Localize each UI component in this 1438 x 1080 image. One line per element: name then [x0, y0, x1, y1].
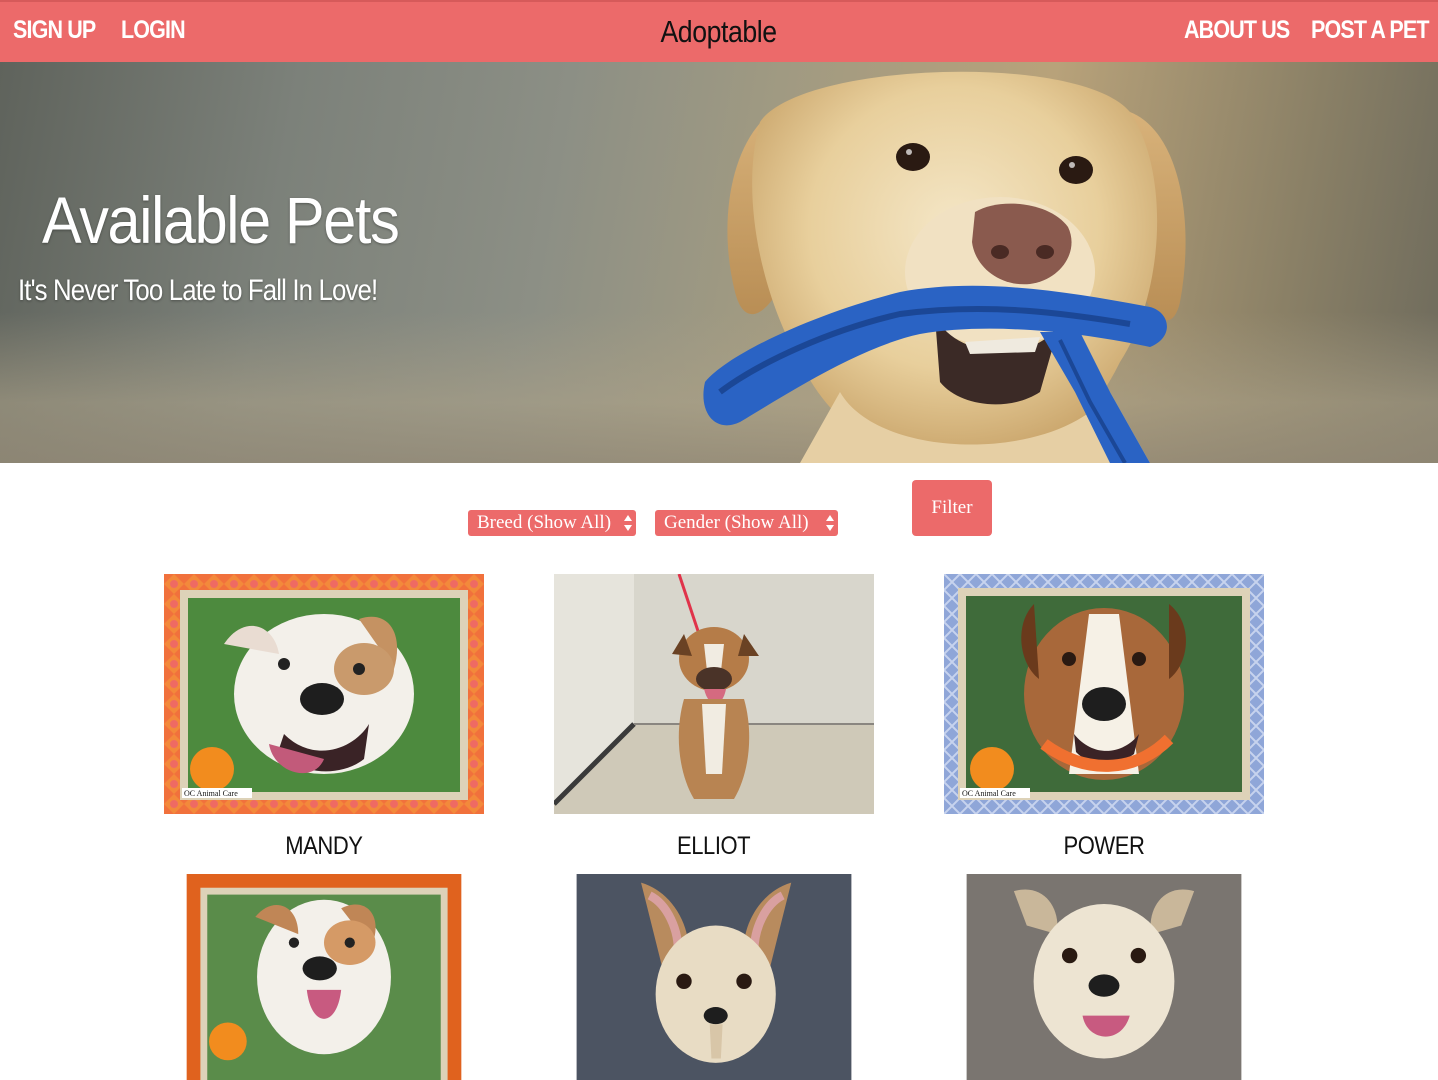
hero-title: Available Pets [42, 183, 400, 257]
gender-select[interactable]: Gender (Show All) [655, 510, 838, 536]
pet-photo[interactable] [554, 574, 874, 814]
pet-name[interactable]: ELLIOT [534, 832, 894, 861]
hero-banner: Available Pets It's Never Too Late to Fa… [0, 62, 1438, 463]
watermark-text: OC Animal Care [962, 789, 1016, 798]
pet-name-text[interactable]: POWER [1064, 832, 1145, 861]
select-arrows-icon [624, 515, 632, 531]
pet-photo[interactable]: OC Animal Care [164, 574, 484, 814]
select-arrows-icon [826, 515, 834, 531]
watermark-text: OC Animal Care [184, 789, 238, 798]
pet-name-text[interactable]: ELLIOT [677, 832, 751, 861]
hero-subtitle: It's Never Too Late to Fall In Love! [18, 274, 378, 307]
pet-photo[interactable] [554, 874, 874, 1080]
breed-select[interactable]: Breed (Show All) [468, 510, 636, 536]
filter-button[interactable]: Filter [912, 480, 992, 536]
pet-name[interactable]: POWER [924, 832, 1284, 861]
pet-name-text[interactable]: MANDY [285, 832, 363, 861]
pet-photo[interactable] [944, 874, 1264, 1080]
post-a-pet-link[interactable]: POST A PET [1311, 16, 1429, 45]
pet-photo[interactable] [164, 874, 484, 1080]
hero-dog-image [703, 71, 1186, 463]
navbar: SIGN UP LOGIN Adoptable ABOUT US POST A … [0, 0, 1438, 62]
about-us-link[interactable]: ABOUT US [1184, 16, 1290, 45]
pet-name[interactable]: MANDY [144, 832, 504, 861]
breed-select-value: Breed (Show All) [477, 512, 612, 533]
brand-text[interactable]: Adoptable [661, 14, 778, 50]
pet-photo[interactable]: OC Animal Care [944, 574, 1264, 814]
gender-select-value: Gender (Show All) [664, 512, 809, 533]
